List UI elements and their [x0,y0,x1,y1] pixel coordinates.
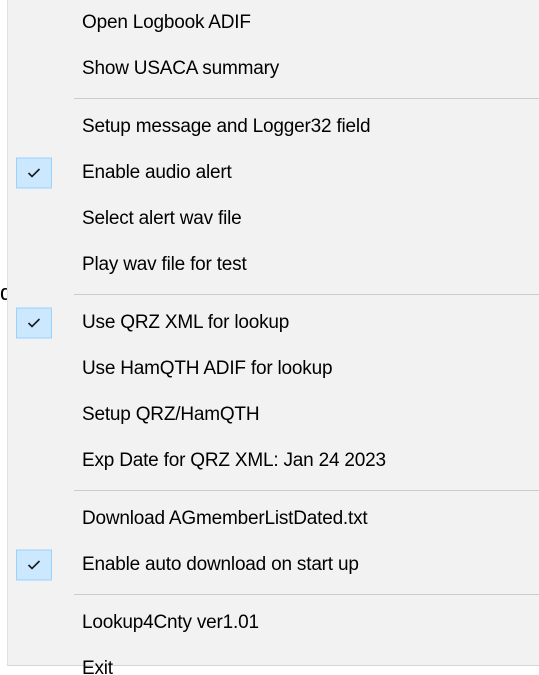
menu-item-download-agmemberlistdated-txt[interactable]: Download AGmemberListDated.txt [8,496,539,542]
menu-item-label: Exit [82,658,113,675]
menu-separator [8,92,539,104]
menu-item-label: Select alert wav file [82,208,242,229]
menu-item-label: Download AGmemberListDated.txt [82,508,368,529]
menu-item-play-wav-file-for-test[interactable]: Play wav file for test [8,242,539,288]
menu-item-show-usaca-summary[interactable]: Show USACA summary [8,46,539,92]
menu-item-use-hamqth-adif-for-lookup[interactable]: Use HamQTH ADIF for lookup [8,346,539,392]
menu-separator [8,484,539,496]
menu-item-setup-message-and-logger32-field[interactable]: Setup message and Logger32 field [8,104,539,150]
checkmark-icon [16,549,52,581]
checkmark-icon [16,157,52,189]
menu-item-label: Enable audio alert [82,162,232,183]
menu-item-label: Setup message and Logger32 field [82,116,371,137]
menu-item-label: Exp Date for QRZ XML: Jan 24 2023 [82,450,386,471]
menu-item-label: Use QRZ XML for lookup [82,312,290,333]
menu-item-use-qrz-xml-for-lookup[interactable]: Use QRZ XML for lookup [8,300,539,346]
menu-item-label: Enable auto download on start up [82,554,359,575]
menu-item-label: Setup QRZ/HamQTH [82,404,260,425]
menu-item-select-alert-wav-file[interactable]: Select alert wav file [8,196,539,242]
context-menu: Open Logbook ADIF Show USACA summary Set… [7,0,539,675]
menu-item-enable-audio-alert[interactable]: Enable audio alert [8,150,539,196]
menu-item-open-logbook-adif[interactable]: Open Logbook ADIF [8,0,539,46]
checkmark-icon [16,307,52,339]
menu-item-label: Play wav file for test [82,254,247,275]
menu-separator [8,588,539,600]
menu-item-setup-qrz-hamqth[interactable]: Setup QRZ/HamQTH [8,392,539,438]
menu-item-exp-date-for-qrz-xml-jan-24-2023[interactable]: Exp Date for QRZ XML: Jan 24 2023 [8,438,539,484]
menu-item-label: Lookup4Cnty ver1.01 [82,612,259,633]
menu-separator [8,288,539,300]
menu-item-label: Show USACA summary [82,58,280,79]
menu-item-label: Open Logbook ADIF [82,12,251,33]
menu-item-exit[interactable]: Exit [8,646,539,675]
menu-item-label: Use HamQTH ADIF for lookup [82,358,333,379]
menu-item-enable-auto-download-on-start-up[interactable]: Enable auto download on start up [8,542,539,588]
menu-item-lookup4cnty-ver1-01[interactable]: Lookup4Cnty ver1.01 [8,600,539,646]
screen: d Open Logbook ADIF Show USACA summary S… [0,0,539,675]
